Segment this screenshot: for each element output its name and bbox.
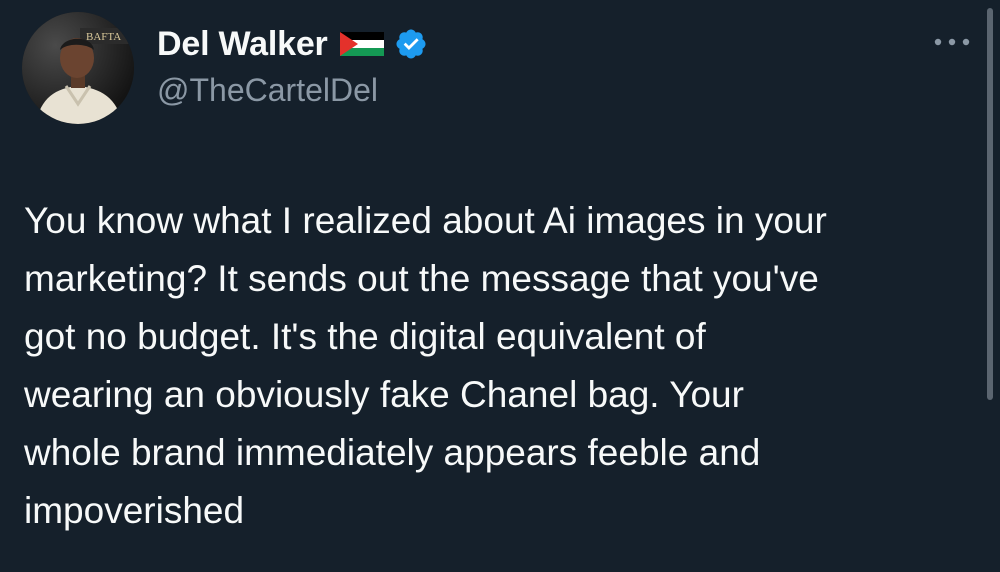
- more-options-icon[interactable]: [930, 30, 974, 54]
- palestine-flag-icon: [339, 32, 384, 56]
- tweet-text-line: marketing? It sends out the message that…: [24, 258, 819, 299]
- display-name[interactable]: Del Walker: [157, 25, 328, 64]
- verified-badge-icon[interactable]: [394, 27, 428, 61]
- scrollbar[interactable]: [987, 8, 993, 400]
- avatar[interactable]: BAFTA: [22, 12, 134, 124]
- tweet-text: You know what I realized about Ai images…: [24, 192, 974, 540]
- avatar-badge-text: BAFTA: [86, 31, 121, 43]
- tweet-card: BAFTA Del Walker @TheCartelDel You know …: [0, 0, 1000, 572]
- name-row: Del Walker: [157, 22, 428, 66]
- tweet-text-line: wearing an obviously fake Chanel bag. Yo…: [24, 374, 744, 415]
- tweet-text-line: impoverished: [24, 490, 245, 531]
- tweet-text-line: You know what I realized about Ai images…: [24, 200, 827, 241]
- tweet-text-line: whole brand immediately appears feeble a…: [24, 432, 761, 473]
- tweet-text-line: got no budget. It's the digital equivale…: [24, 316, 706, 357]
- user-handle[interactable]: @TheCartelDel: [157, 72, 378, 109]
